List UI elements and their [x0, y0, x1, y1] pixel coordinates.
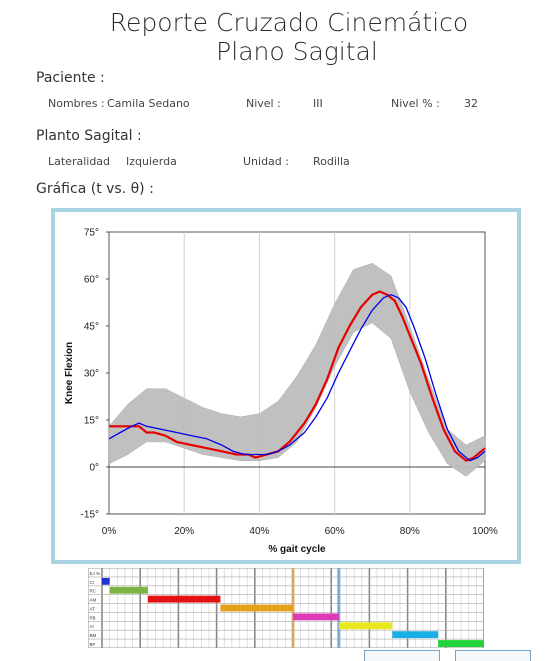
phase-bar: [293, 613, 339, 621]
x-tick-label: 80%: [400, 526, 420, 537]
strip-row-label: CI: [90, 580, 95, 585]
report-title: Reporte Cruzado Cinemático: [109, 8, 469, 37]
y-tick-label: 0°: [89, 463, 99, 474]
x-tick-label: 20%: [174, 526, 194, 537]
y-tick-label: 15°: [84, 416, 99, 427]
y-tick-label: -15°: [81, 510, 99, 521]
y-tick-label: 30°: [84, 369, 99, 380]
y-tick-label: 45°: [84, 322, 99, 333]
report-subtitle: Plano Sagital: [216, 37, 378, 66]
name-label: Nombres :: [48, 97, 105, 110]
x-tick-label: 100%: [472, 526, 498, 537]
phase-bar: [438, 640, 484, 647]
x-tick-label: 40%: [249, 526, 269, 537]
strip-row-label: AT: [90, 606, 96, 611]
level-label: Nivel :: [246, 97, 281, 110]
phase-bar: [109, 586, 148, 594]
patient-section-label: Paciente :: [36, 70, 105, 86]
plane-section-label: Planto Sagital :: [36, 128, 142, 144]
strip-row-label: BM: [90, 633, 97, 638]
x-tick-label: 60%: [325, 526, 345, 537]
phase-bar: [338, 622, 393, 630]
y-tick-label: 60°: [84, 275, 99, 286]
footer-tab-right[interactable]: [455, 650, 531, 661]
strip-row-label: BF: [90, 642, 96, 647]
strip-row-label: AM: [90, 598, 97, 603]
laterality-label: Lateralidad: [48, 155, 111, 168]
unit-label: Unidad :: [243, 155, 289, 168]
gait-phase-strip: EJ % CI RC AM AT PB AI BM BF: [88, 568, 484, 648]
knee-flexion-chart: 75° 60° 45° 30° 15° 0° -15° 0% 20% 40% 60% 80% 100%%…: [51, 208, 521, 564]
strip-row-label: PB: [90, 615, 96, 620]
graph-section-label: Gráfica (t vs. θ) :: [36, 181, 154, 197]
plot-area: [108, 231, 486, 515]
y-tick-label: 75°: [84, 228, 99, 239]
unit-value: Rodilla: [313, 155, 350, 168]
chart-canvas: 75° 60° 45° 30° 15° 0° -15°0% 20% 40% 60% 80% 100%%…: [64, 228, 498, 556]
strip-row-label: AI: [90, 624, 94, 629]
x-tick-label: 0%: [102, 526, 117, 537]
footer-tab-left[interactable]: [364, 650, 440, 661]
name-value: Camila Sedano: [107, 97, 190, 110]
laterality-value: Izquierda: [126, 155, 177, 168]
phase-bar: [392, 631, 439, 639]
level-pct-label: Nivel % :: [391, 97, 440, 110]
phase-marker: [337, 568, 341, 648]
strip-row-label: EJ %: [90, 571, 101, 576]
level-value: III: [313, 97, 323, 110]
phase-bar: [102, 577, 110, 585]
y-axis-label: Knee Flexion: [64, 342, 75, 404]
phase-bar: [220, 604, 293, 612]
x-axis-label: % gait cycle: [268, 544, 326, 555]
strip-row-label: RC: [90, 589, 97, 594]
level-pct-value: 32: [464, 97, 478, 110]
phase-bar: [147, 595, 221, 603]
